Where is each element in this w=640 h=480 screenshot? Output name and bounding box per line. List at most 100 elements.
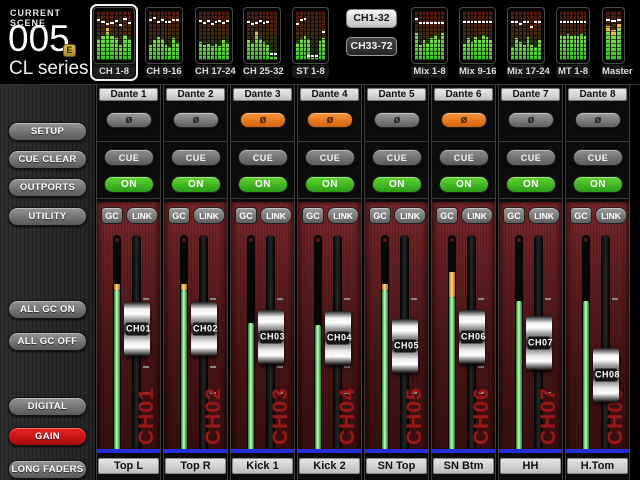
phase-button[interactable]: ø	[575, 112, 621, 128]
channel-name[interactable]: H.Tom	[567, 458, 628, 474]
link-button[interactable]: LINK	[595, 207, 627, 224]
gc-button[interactable]: GC	[302, 207, 324, 224]
gc-button[interactable]: GC	[235, 207, 257, 224]
channel-name[interactable]: Kick 2	[299, 458, 360, 474]
phase-button[interactable]: ø	[173, 112, 219, 128]
bank-ch33-72-button[interactable]: CH33-72	[346, 37, 397, 56]
cue-button[interactable]: CUE	[372, 149, 422, 166]
meter-segmentation	[482, 11, 485, 60]
on-button[interactable]: ON	[171, 176, 221, 193]
channel-name[interactable]: Kick 1	[232, 458, 293, 474]
cue-clear-button[interactable]: CUE CLEAR	[8, 150, 87, 169]
fader-knob[interactable]: CH02	[191, 302, 217, 356]
gc-button[interactable]: GC	[570, 207, 592, 224]
link-button[interactable]: LINK	[126, 207, 158, 224]
on-button[interactable]: ON	[573, 176, 623, 193]
setup-button[interactable]: SETUP	[8, 122, 87, 141]
bank-ch1-32-button[interactable]: CH1-32	[346, 9, 397, 28]
port-label[interactable]: Dante 6	[434, 88, 493, 101]
channel-name[interactable]: Top L	[98, 458, 159, 474]
outports-button[interactable]: OUTPORTS	[8, 178, 87, 197]
meter-block-ch-9-16[interactable]: CH 9-16	[142, 4, 186, 81]
link-button[interactable]: LINK	[394, 207, 426, 224]
cue-button[interactable]: CUE	[439, 149, 489, 166]
cue-button[interactable]: CUE	[573, 149, 623, 166]
fader-position-mark	[530, 26, 533, 28]
meter-bar	[527, 11, 530, 60]
on-button[interactable]: ON	[305, 176, 355, 193]
all-gc-on-button[interactable]: ALL GC ON	[8, 300, 87, 319]
meter-block-label: CH 9-16	[145, 65, 183, 78]
cue-button[interactable]: CUE	[238, 149, 288, 166]
port-label[interactable]: Dante 7	[501, 88, 560, 101]
gc-button[interactable]: GC	[503, 207, 525, 224]
fader-position-mark	[574, 21, 576, 23]
port-label[interactable]: Dante 5	[367, 88, 426, 101]
utility-button[interactable]: UTILITY	[8, 207, 87, 226]
port-label[interactable]: Dante 3	[233, 88, 292, 101]
phase-button[interactable]: ø	[508, 112, 554, 128]
cue-button[interactable]: CUE	[506, 149, 556, 166]
channel-name[interactable]: SN Btm	[433, 458, 494, 474]
meter-block-ch-17-24[interactable]: CH 17-24	[192, 4, 236, 81]
meter-block-mix-17-24[interactable]: Mix 17-24	[504, 4, 548, 81]
link-button[interactable]: LINK	[260, 207, 292, 224]
channel-name[interactable]: SN Top	[366, 458, 427, 474]
fader-knob[interactable]: CH08	[593, 348, 619, 402]
meter-block-mix-1-8[interactable]: Mix 1-8	[408, 4, 451, 81]
on-button[interactable]: ON	[372, 176, 422, 193]
meter-segmentation	[215, 11, 218, 60]
meter-bar	[474, 11, 477, 60]
section-divider	[298, 198, 361, 199]
phase-button[interactable]: ø	[441, 112, 487, 128]
meter-bar	[611, 11, 615, 60]
gain-button[interactable]: GAIN	[8, 427, 87, 446]
current-scene-block[interactable]: CURRENT SCENE 005 E CL series	[0, 0, 95, 85]
port-label[interactable]: Dante 4	[300, 88, 359, 101]
meter-block-st-1-8[interactable]: ST 1-8	[289, 4, 332, 81]
gc-button[interactable]: GC	[168, 207, 190, 224]
on-button[interactable]: ON	[238, 176, 288, 193]
fader-panel: GCLINKCH01CH01	[97, 202, 160, 453]
fader-knob[interactable]: CH01	[124, 302, 150, 356]
link-button[interactable]: LINK	[193, 207, 225, 224]
meter-block-mt-1-8[interactable]: MT 1-8	[553, 4, 593, 81]
fader-knob[interactable]: CH07	[526, 316, 552, 370]
fader-knob[interactable]: CH05	[392, 319, 418, 373]
link-button[interactable]: LINK	[327, 207, 359, 224]
gc-button[interactable]: GC	[369, 207, 391, 224]
on-button[interactable]: ON	[506, 176, 556, 193]
link-button[interactable]: LINK	[528, 207, 560, 224]
fader-position-mark	[415, 18, 418, 20]
on-button[interactable]: ON	[439, 176, 489, 193]
on-button[interactable]: ON	[104, 176, 154, 193]
meter-block-ch-1-8[interactable]: CH 1-8	[90, 4, 138, 81]
meter-block-ch-25-32[interactable]: CH 25-32	[240, 4, 284, 81]
all-gc-off-button[interactable]: ALL GC OFF	[8, 332, 87, 351]
phase-button[interactable]: ø	[240, 112, 286, 128]
port-label[interactable]: Dante 2	[166, 88, 225, 101]
cue-button[interactable]: CUE	[305, 149, 355, 166]
fader-knob[interactable]: CH06	[459, 310, 485, 364]
fader-knob[interactable]: CH03	[258, 310, 284, 364]
long-faders-button[interactable]: LONG FADERS	[8, 460, 87, 479]
phase-button[interactable]: ø	[106, 112, 152, 128]
meter-block-mix-9-16[interactable]: Mix 9-16	[456, 4, 499, 81]
cue-button[interactable]: CUE	[104, 149, 154, 166]
cue-button[interactable]: CUE	[171, 149, 221, 166]
fader-position-mark	[199, 20, 202, 22]
gc-button[interactable]: GC	[436, 207, 458, 224]
channel-name[interactable]: HH	[500, 458, 561, 474]
channel-name[interactable]: Top R	[165, 458, 226, 474]
phase-button[interactable]: ø	[307, 112, 353, 128]
digital-button[interactable]: DIGITAL	[8, 397, 87, 416]
meter-segmentation	[519, 11, 522, 60]
fader-knob[interactable]: CH04	[325, 311, 351, 365]
meter-block-master[interactable]: Master	[599, 4, 628, 81]
link-button[interactable]: LINK	[461, 207, 493, 224]
meter-segmentation	[426, 11, 429, 60]
phase-button[interactable]: ø	[374, 112, 420, 128]
port-label[interactable]: Dante 1	[99, 88, 158, 101]
port-label[interactable]: Dante 8	[568, 88, 627, 101]
gc-button[interactable]: GC	[101, 207, 123, 224]
